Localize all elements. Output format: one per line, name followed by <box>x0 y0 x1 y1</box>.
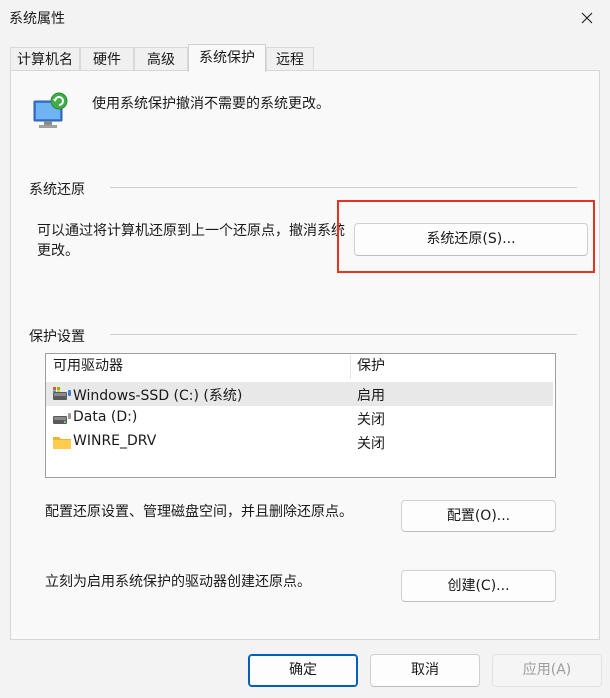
tab-hardware[interactable]: 硬件 <box>80 47 134 71</box>
system-restore-group-label: 系统还原 <box>29 182 85 198</box>
drive-list-header: 可用驱动器 保护 <box>46 354 555 379</box>
group-divider <box>110 187 577 188</box>
drive-name: Windows-SSD (C:) (系统) <box>73 388 243 404</box>
drive-row[interactable]: Data (D:) 关闭 <box>46 406 553 430</box>
protection-settings-group-label: 保护设置 <box>29 329 85 345</box>
drive-protection-status: 启用 <box>357 388 385 404</box>
window-title: 系统属性 <box>9 11 65 27</box>
configure-description: 配置还原设置、管理磁盘空间，并且删除还原点。 <box>45 504 353 520</box>
drive-icon <box>52 410 72 426</box>
group-divider <box>110 334 577 335</box>
highlight-annotation <box>337 200 595 273</box>
apply-button[interactable]: 应用(A) <box>492 654 602 687</box>
column-header-drive[interactable]: 可用驱动器 <box>46 354 350 379</box>
intro-text: 使用系统保护撤消不需要的系统更改。 <box>92 96 330 112</box>
tab-remote[interactable]: 远程 <box>266 47 314 71</box>
folder-icon <box>52 434 72 450</box>
tab-system-protection[interactable]: 系统保护 <box>188 44 266 72</box>
drive-protection-status: 关闭 <box>357 412 385 428</box>
drive-protection-status: 关闭 <box>357 436 385 452</box>
ok-button[interactable]: 确定 <box>248 654 358 687</box>
close-button[interactable] <box>564 0 610 36</box>
tab-computer-name[interactable]: 计算机名 <box>10 47 80 71</box>
create-button[interactable]: 创建(C)... <box>401 570 556 602</box>
drive-name: WINRE_DRV <box>73 433 157 449</box>
cancel-button[interactable]: 取消 <box>370 654 480 687</box>
column-header-protection[interactable]: 保护 <box>350 354 550 379</box>
title-bar: 系统属性 <box>0 0 610 36</box>
create-description: 立刻为启用系统保护的驱动器创建还原点。 <box>45 574 311 590</box>
configure-button[interactable]: 配置(O)... <box>401 500 556 532</box>
close-icon[interactable] <box>581 12 593 24</box>
drive-list[interactable]: 可用驱动器 保护 Windows-SSD (C:) (系统) 启用 Data (… <box>45 353 556 478</box>
system-restore-description: 可以通过将计算机还原到上一个还原点，撤消系统更改。 <box>37 223 345 259</box>
tab-advanced[interactable]: 高级 <box>134 47 188 71</box>
drive-row[interactable]: WINRE_DRV 关闭 <box>46 430 553 454</box>
drive-name: Data (D:) <box>73 409 138 425</box>
drive-row[interactable]: Windows-SSD (C:) (系统) 启用 <box>46 382 553 406</box>
system-protection-icon <box>30 91 70 131</box>
system-drive-icon <box>52 386 72 402</box>
